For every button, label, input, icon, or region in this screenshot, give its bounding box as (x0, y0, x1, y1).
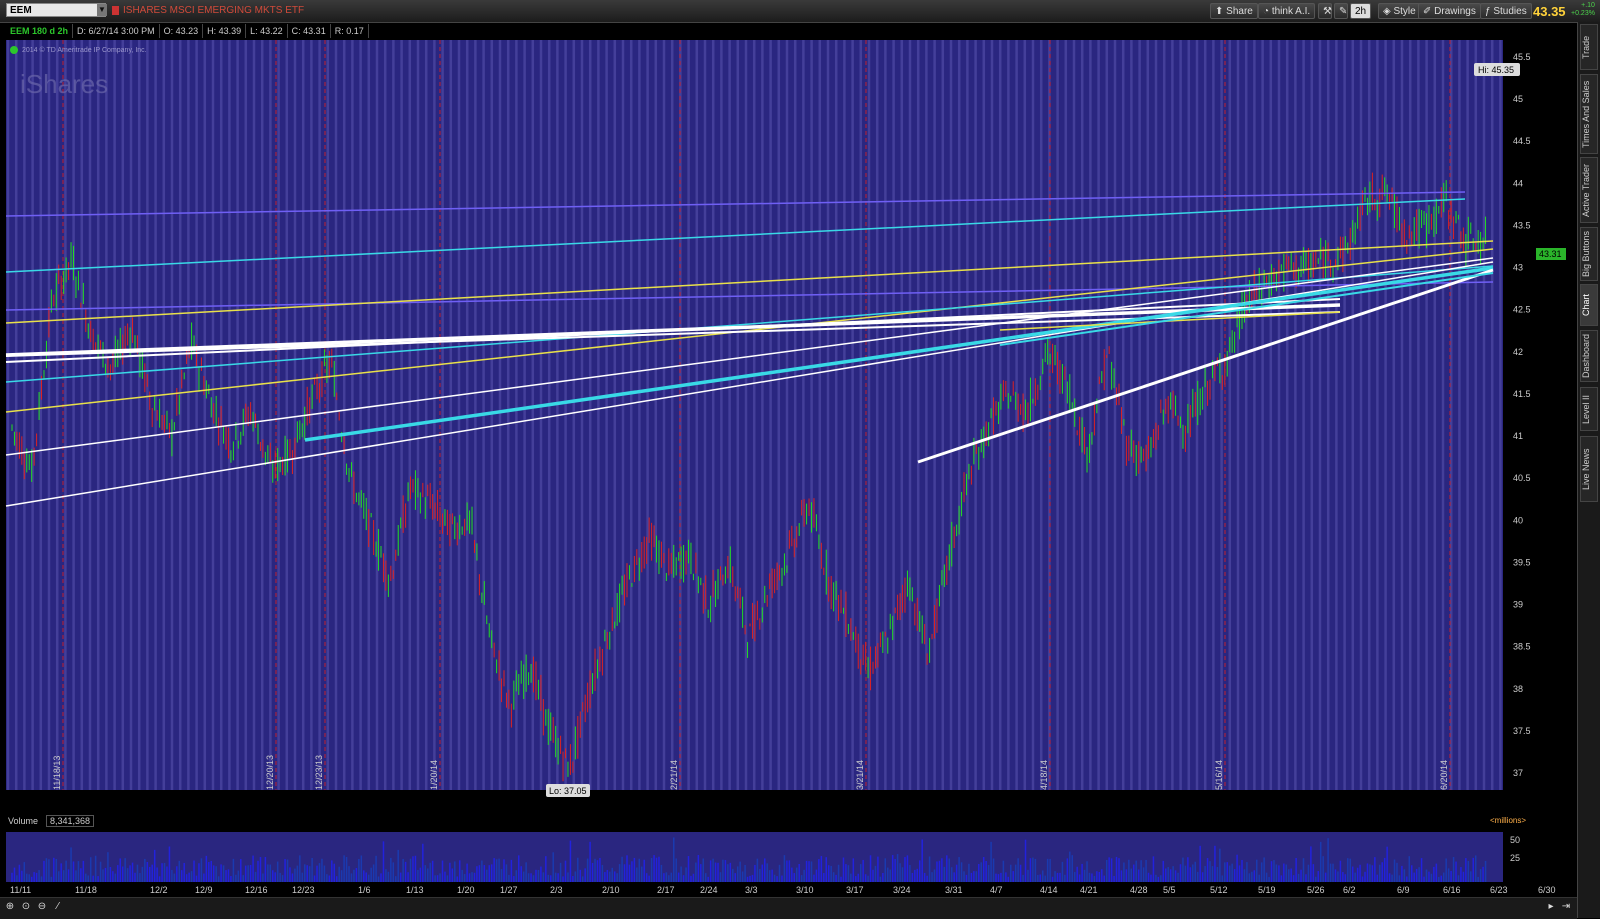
y-tick-label: 38 (1513, 684, 1523, 694)
y-tick-label: 38.5 (1513, 642, 1531, 652)
x-tick-label: 12/9 (195, 885, 213, 895)
x-tick-label: 1/27 (500, 885, 518, 895)
low-label: Lo: 37.05 (549, 786, 587, 796)
x-tick-label: 3/10 (796, 885, 814, 895)
pan-icon[interactable]: ⊙ (20, 901, 32, 913)
x-tick-label: 4/21 (1080, 885, 1098, 895)
tab-live-news[interactable]: Live News (1580, 436, 1598, 502)
tab-dashboard[interactable]: Dashboard (1580, 330, 1598, 382)
bottom-bar: ⊕ ⊙ ⊖ ⁄ ▸ ⇥ (0, 897, 1577, 919)
scroll-right-icon[interactable]: ▸ (1545, 901, 1557, 913)
y-tick-label: 42 (1513, 347, 1523, 357)
x-tick-label: 4/28 (1130, 885, 1148, 895)
x-tick-label: 2/17 (657, 885, 675, 895)
x-tick-label: 5/5 (1163, 885, 1176, 895)
tab-level-ii[interactable]: Level II (1580, 387, 1598, 431)
y-tick-label: 39 (1513, 600, 1523, 610)
x-tick-label: 11/11 (10, 885, 31, 895)
month-marker-label: 4/18/14 (1039, 760, 1049, 790)
low-marker: Lo: 37.05 (546, 784, 590, 797)
y-tick-label: 44 (1513, 178, 1523, 188)
x-tick-label: 2/3 (550, 885, 563, 895)
volume-units: <millions> (1490, 816, 1527, 825)
month-marker-label: 12/20/13 (265, 755, 275, 790)
x-tick-label: 1/6 (358, 885, 371, 895)
x-tick-label: 5/26 (1307, 885, 1325, 895)
month-marker-label: 1/20/14 (429, 760, 439, 790)
y-tick-label: 44.5 (1513, 136, 1531, 146)
volume-tick-label: 50 (1510, 835, 1520, 845)
study-dot-icon (10, 46, 18, 54)
x-tick-label: 5/19 (1258, 885, 1276, 895)
x-tick-label: 6/16 (1443, 885, 1461, 895)
side-panel-tabs: Trade Times And Sales Active Trader Big But… (1577, 22, 1600, 918)
tab-big-buttons[interactable]: Big Buttons (1580, 227, 1598, 281)
y-tick-label: 40 (1513, 515, 1523, 525)
watermark-logo: iShares (20, 69, 108, 99)
price-chart[interactable]: 11/18/13 12/20/13 12/23/13 1/20/14 2/21/14 3/… (0, 0, 1577, 897)
y-tick-label: 42.5 (1513, 305, 1531, 315)
current-price-label: 43.31 (1539, 249, 1562, 259)
tab-chart[interactable]: Chart (1580, 284, 1598, 326)
x-tick-label: 1/13 (406, 885, 424, 895)
tab-trade[interactable]: Trade (1580, 24, 1598, 70)
y-tick-label: 45.5 (1513, 52, 1531, 62)
tab-times-and-sales[interactable]: Times And Sales (1580, 74, 1598, 154)
y-tick-label: 40.5 (1513, 473, 1531, 483)
x-tick-label: 12/23 (292, 885, 315, 895)
y-tick-label: 43 (1513, 263, 1523, 273)
y-tick-label: 45 (1513, 94, 1523, 104)
x-tick-label: 4/14 (1040, 885, 1058, 895)
x-tick-label: 6/2 (1343, 885, 1356, 895)
x-tick-label: 4/7 (990, 885, 1003, 895)
y-tick-label: 41.5 (1513, 389, 1531, 399)
y-tick-label: 39.5 (1513, 557, 1531, 567)
x-tick-label: 6/30 (1538, 885, 1556, 895)
y-tick-label: 37 (1513, 768, 1523, 778)
zoom-out-icon[interactable]: ⊖ (36, 901, 48, 913)
x-tick-label: 3/17 (846, 885, 864, 895)
x-axis: 11/11 11/18 12/2 12/9 12/16 12/23 1/6 1/13 1/20 1… (6, 882, 1556, 896)
copyright-text: 2014 © TD Ameritrade IP Company, Inc. (22, 46, 147, 54)
x-tick-label: 12/16 (245, 885, 268, 895)
zoom-in-icon[interactable]: ⊕ (4, 901, 16, 913)
y-tick-label: 43.5 (1513, 220, 1531, 230)
x-tick-label: 5/12 (1210, 885, 1228, 895)
x-tick-label: 11/18 (75, 885, 97, 895)
x-tick-label: 3/3 (745, 885, 758, 895)
scroll-end-icon[interactable]: ⇥ (1560, 901, 1572, 913)
month-marker-label: 3/21/14 (855, 760, 865, 790)
x-tick-label: 3/24 (893, 885, 911, 895)
x-tick-label: 6/23 (1490, 885, 1508, 895)
y-tick-label: 41 (1513, 431, 1523, 441)
month-marker-label: 11/18/13 (52, 756, 62, 790)
month-marker-label: 12/23/13 (314, 755, 324, 790)
x-tick-label: 1/20 (457, 885, 475, 895)
x-tick-label: 6/9 (1397, 885, 1410, 895)
pencil-icon[interactable]: ⁄ (52, 901, 64, 913)
month-marker-label: 5/16/14 (1214, 760, 1224, 790)
high-label: Hi: 45.35 (1478, 65, 1514, 75)
x-tick-label: 2/24 (700, 885, 718, 895)
volume-value: 8,341,368 (46, 815, 95, 827)
volume-tick-label: 25 (1510, 853, 1520, 863)
y-axis: 45.5 45 44.5 44 43.5 43 42.5 42 41.5 41 40.5 40 39.5… (1513, 52, 1531, 778)
volume-label: Volume (8, 816, 39, 826)
high-marker: Hi: 45.35 (1474, 63, 1520, 76)
x-tick-label: 3/31 (945, 885, 963, 895)
month-marker-label: 6/20/14 (1439, 760, 1449, 790)
tab-active-trader[interactable]: Active Trader (1580, 157, 1598, 223)
month-marker-label: 2/21/14 (669, 760, 679, 790)
x-tick-label: 2/10 (602, 885, 620, 895)
x-tick-label: 12/2 (150, 885, 168, 895)
y-tick-label: 37.5 (1513, 726, 1531, 736)
